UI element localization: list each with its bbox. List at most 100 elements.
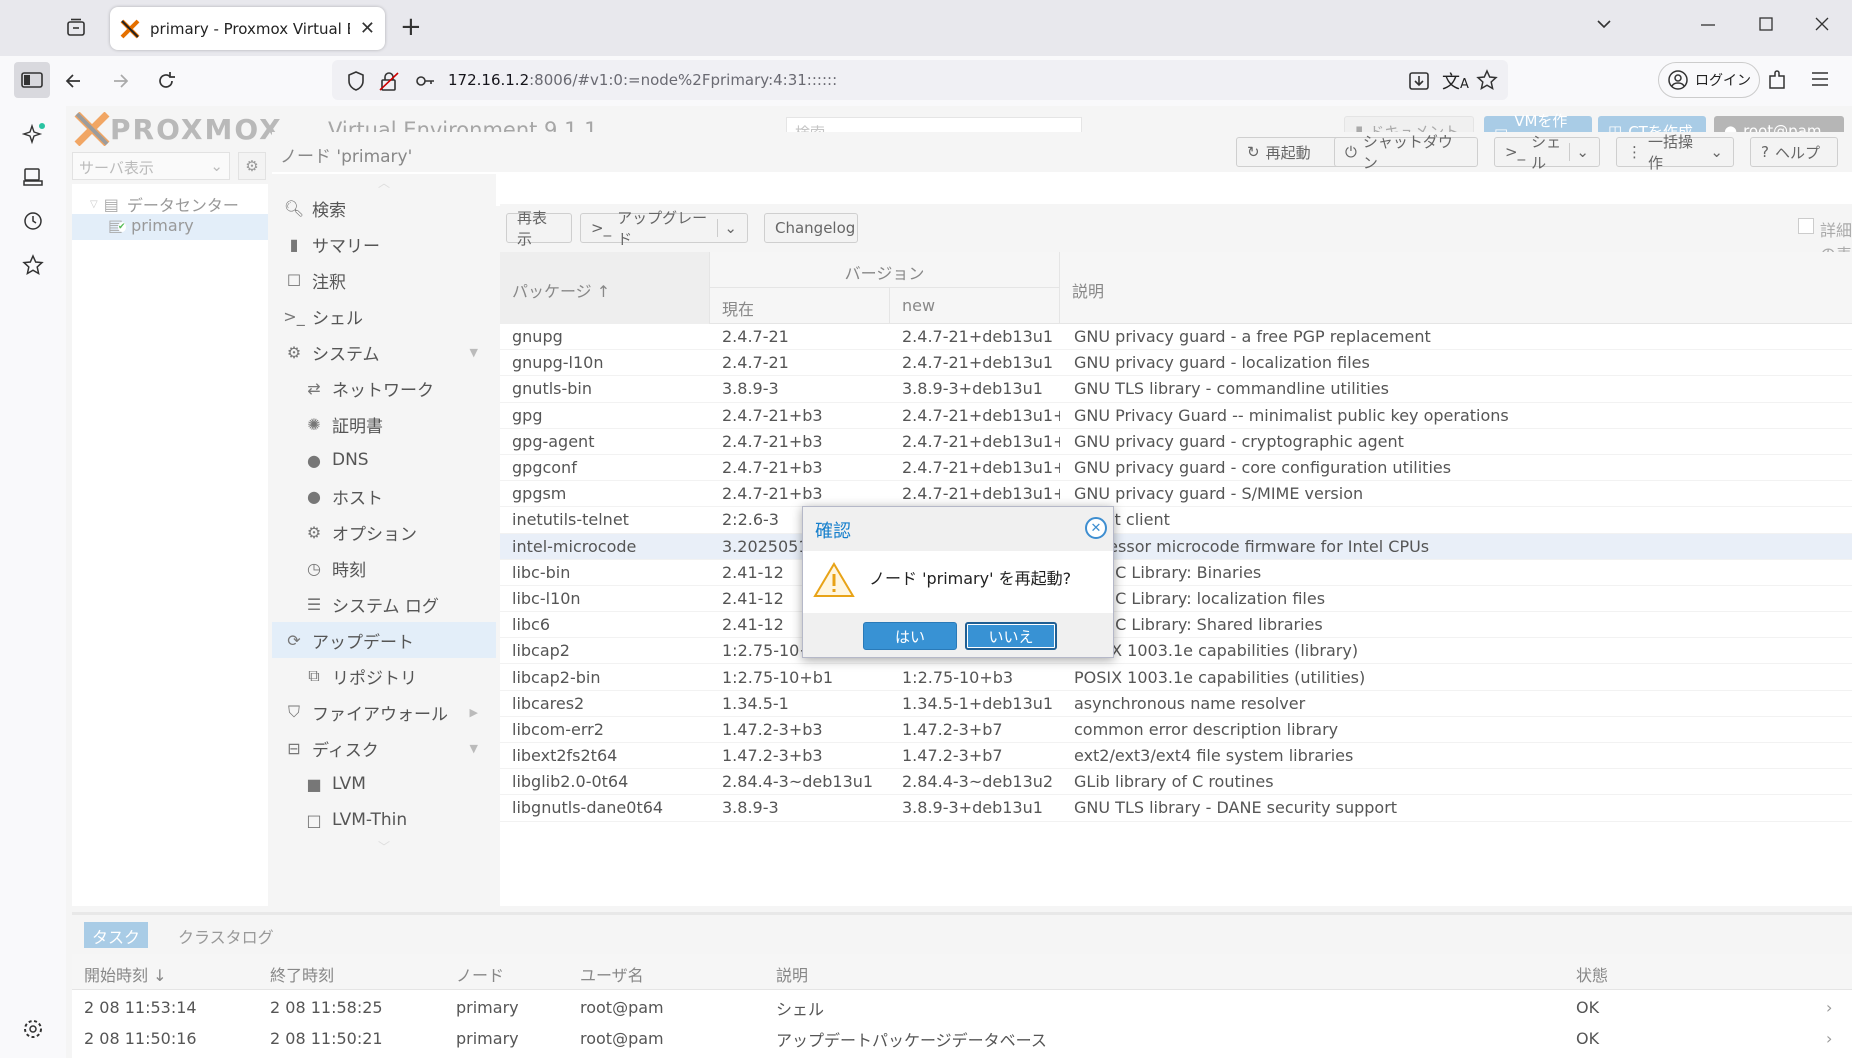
task-col-status[interactable]: 状態 bbox=[1576, 962, 1608, 986]
chevron-down-icon[interactable] bbox=[1594, 14, 1614, 34]
shutdown-button[interactable]: ⏻ シャットダウン bbox=[1334, 133, 1478, 172]
menu-certificates[interactable]: ✺ 証明書 bbox=[272, 406, 496, 442]
view-selector[interactable]: サーバ表示 ⌄ bbox=[72, 152, 230, 180]
table-row[interactable]: libext2fs2t64 1.47.2-3+b3 1.47.2-3+b7 ext2/… bbox=[500, 743, 1852, 770]
table-row[interactable]: gnutls-bin 3.8.9-3 3.8.9-3+deb13u1 GNU TLS … bbox=[500, 376, 1852, 403]
table-row[interactable]: libc-l10n2.41-122.41-12+deb13u1GNU C Lib… bbox=[500, 586, 1852, 613]
help-button[interactable]: ? ヘルプ bbox=[1750, 137, 1838, 167]
cell-package: libc-l10n bbox=[512, 588, 581, 608]
table-row[interactable]: inetutils-telnet2:2.6-32:2.6-3+deb13u1te… bbox=[500, 507, 1852, 534]
task-col-node[interactable]: ノード bbox=[456, 962, 504, 986]
new-tab-button[interactable]: + bbox=[400, 12, 422, 42]
menu-firewall[interactable]: ⛉ ファイアウォール ▶ bbox=[272, 694, 496, 730]
bookmarks-icon[interactable] bbox=[22, 254, 44, 276]
table-row[interactable]: libgnutls-dane0t64 3.8.9-3 3.8.9-3+deb13u1… bbox=[500, 795, 1852, 822]
key-icon[interactable] bbox=[414, 70, 436, 92]
reboot-button[interactable]: ↻ 再起動 bbox=[1236, 137, 1346, 167]
menu-search[interactable]: 🔍︎ 検索 bbox=[272, 190, 496, 226]
table-row[interactable]: libcom-err2 1.47.2-3+b3 1.47.2-3+b7 common … bbox=[500, 717, 1852, 743]
col-current[interactable]: 現在 bbox=[710, 288, 890, 324]
back-icon[interactable] bbox=[64, 71, 84, 91]
table-row[interactable]: gpg-agent 2.4.7-21+b3 2.4.7-21+deb13u1+b1 G… bbox=[500, 429, 1852, 455]
menu-notes[interactable]: ☐ 注釈 bbox=[272, 262, 496, 298]
yes-button[interactable]: はい bbox=[863, 622, 957, 650]
col-new[interactable]: new bbox=[890, 288, 1060, 324]
table-row[interactable]: libcap2-bin 1:2.75-10+b1 1:2.75-10+b3 POSIX… bbox=[500, 664, 1852, 691]
table-row[interactable]: gpgconf 2.4.7-21+b3 2.4.7-21+deb13u1+b1 GNU… bbox=[500, 455, 1852, 482]
dialog-message: ノード 'primary' を再起動? bbox=[869, 569, 1072, 588]
dialog-close-icon[interactable]: ✕ bbox=[1085, 517, 1107, 539]
table-row[interactable]: libcap21:2.75-10+b11:2.75-10+b3POSIX 100… bbox=[500, 638, 1852, 665]
menu-network[interactable]: ⇄ ネットワーク bbox=[272, 370, 496, 406]
globe-icon: ● bbox=[307, 486, 321, 506]
tree-item-datacenter[interactable]: ▽ ▤ データセンター bbox=[90, 192, 239, 216]
menu-updates[interactable]: ⟳ アップデート bbox=[272, 622, 496, 658]
task-col-end[interactable]: 終了時刻 bbox=[270, 962, 334, 986]
bookmark-star-icon[interactable] bbox=[1476, 69, 1498, 91]
task-row[interactable]: 2 08 11:50:16 2 08 11:50:21 primary root… bbox=[72, 1023, 1852, 1054]
synced-tabs-icon[interactable] bbox=[22, 166, 44, 188]
shield-icon[interactable] bbox=[346, 70, 366, 92]
tab-list-icon[interactable] bbox=[58, 10, 94, 46]
menu-summary[interactable]: ▮ サマリー bbox=[272, 226, 496, 262]
changelog-button[interactable]: Changelog bbox=[764, 213, 858, 243]
details-checkbox[interactable] bbox=[1798, 218, 1814, 234]
menu-hosts[interactable]: ● ホスト bbox=[272, 478, 496, 514]
menu-time[interactable]: ◷ 時刻 bbox=[272, 550, 496, 586]
refresh-button[interactable]: 再表示 bbox=[506, 209, 572, 248]
terminal-icon: >_ bbox=[283, 306, 305, 326]
maximize-icon[interactable] bbox=[1758, 16, 1774, 32]
task-col-start[interactable]: 開始時刻 ↓ bbox=[84, 962, 167, 986]
menu-lvm[interactable]: ■ LVM bbox=[272, 766, 496, 802]
task-col-user[interactable]: ユーザ名 bbox=[580, 962, 644, 986]
minimize-icon[interactable] bbox=[1700, 16, 1716, 32]
tree-settings-gear-icon[interactable]: ⚙ bbox=[238, 152, 266, 180]
menu-shell[interactable]: >_ シェル bbox=[272, 298, 496, 334]
menu-icon[interactable] bbox=[1810, 69, 1830, 89]
extensions-icon[interactable] bbox=[1766, 68, 1790, 92]
settings-gear-icon[interactable] bbox=[22, 1018, 44, 1040]
tree-item-node-primary[interactable]: ▤ ✔ primary bbox=[108, 216, 194, 235]
no-button[interactable]: いいえ bbox=[965, 622, 1057, 650]
browser-tab[interactable]: primary - Proxmox Virtual Environment ✕ bbox=[110, 7, 385, 50]
reload-icon[interactable] bbox=[155, 70, 177, 92]
sidebar-toggle-icon[interactable] bbox=[14, 62, 50, 98]
menu-lvm-thin[interactable]: □ LVM-Thin bbox=[272, 802, 496, 838]
shell-button[interactable]: >_ シェル ⌄ bbox=[1494, 133, 1600, 172]
cell-new: 2.4.7-21+deb13u1 bbox=[902, 327, 1054, 347]
task-col-description[interactable]: 説明 bbox=[776, 962, 808, 986]
table-row[interactable]: libglib2.0-0t64 2.84.4-3~deb13u1 2.84.4-3~… bbox=[500, 769, 1852, 796]
history-icon[interactable] bbox=[22, 210, 44, 232]
table-row[interactable]: gpg 2.4.7-21+b3 2.4.7-21+deb13u1+b1 GNU Pri… bbox=[500, 403, 1852, 429]
table-row[interactable]: libc-bin2.41-122.41-12+deb13u1GNU C Libr… bbox=[500, 560, 1852, 586]
bulk-actions-button[interactable]: ⋮ 一括操作 ⌄ bbox=[1616, 133, 1734, 172]
translate-icon[interactable]: 文A bbox=[1442, 68, 1469, 94]
tab-cluster-log[interactable]: クラスタログ bbox=[178, 924, 274, 948]
window-close-icon[interactable] bbox=[1814, 16, 1830, 32]
table-row[interactable]: intel-microcode3.20250512.13.20251111.1~… bbox=[500, 533, 1852, 560]
menu-system[interactable]: ⚙ システム ▼ bbox=[272, 334, 496, 370]
table-row[interactable]: gnupg 2.4.7-21 2.4.7-21+deb13u1 GNU privacy… bbox=[500, 324, 1852, 351]
menu-dns[interactable]: ● DNS bbox=[272, 442, 496, 478]
table-row[interactable]: gpgsm 2.4.7-21+b3 2.4.7-21+deb13u1+b1 GNU p… bbox=[500, 481, 1852, 508]
ai-sparkle-icon[interactable] bbox=[22, 122, 46, 146]
task-row[interactable]: 2 08 11:53:14 2 08 11:58:25 primary root… bbox=[72, 992, 1852, 1023]
login-button[interactable]: ログイン bbox=[1658, 62, 1760, 98]
table-row[interactable]: libcares2 1.34.5-1 1.34.5-1+deb13u1 asynchr… bbox=[500, 691, 1852, 717]
menu-disks[interactable]: ⊟ ディスク ▼ bbox=[272, 730, 496, 766]
col-package[interactable]: パッケージ ↑ bbox=[500, 252, 710, 324]
table-row[interactable]: gnupg-l10n 2.4.7-21 2.4.7-21+deb13u1 GNU pr… bbox=[500, 350, 1852, 377]
tab-close-icon[interactable]: ✕ bbox=[360, 18, 375, 39]
menu-repositories[interactable]: ⧉ リポジトリ bbox=[272, 658, 496, 694]
download-icon[interactable] bbox=[1408, 70, 1430, 92]
insecure-lock-icon[interactable] bbox=[378, 70, 400, 92]
book-icon: ▮ bbox=[289, 234, 299, 254]
menu-syslog[interactable]: ☰ システム ログ bbox=[272, 586, 496, 622]
col-description[interactable]: 説明 bbox=[1060, 252, 1852, 324]
tab-tasks[interactable]: タスク bbox=[84, 922, 149, 948]
table-row[interactable]: libc62.41-122.41-12+deb13u1GNU C Library… bbox=[500, 612, 1852, 639]
upgrade-button[interactable]: >_ アップグレード ⌄ bbox=[580, 209, 748, 248]
menu-options[interactable]: ⚙ オプション bbox=[272, 514, 496, 550]
server-rack-icon: ▤ bbox=[103, 194, 119, 214]
forward-icon[interactable] bbox=[110, 71, 130, 91]
